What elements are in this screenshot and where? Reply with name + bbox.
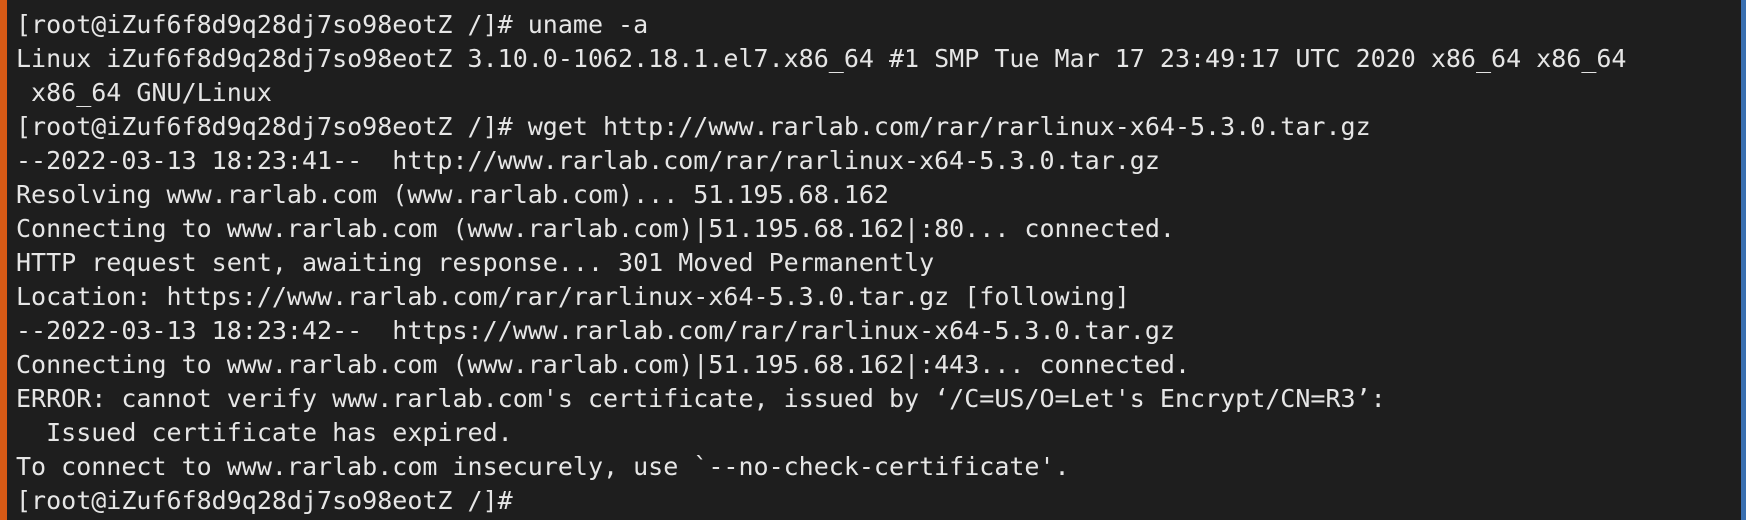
right-window-edge xyxy=(1741,0,1746,520)
left-window-edge xyxy=(0,0,7,520)
terminal-line-insecure-hint: To connect to www.rarlab.com insecurely,… xyxy=(16,452,1070,481)
terminal-line-error-detail: Issued certificate has expired. xyxy=(16,418,513,447)
prompt-text: [root@iZuf6f8d9q28dj7so98eotZ /]# xyxy=(16,486,513,515)
terminal-line-prompt-uname: [root@iZuf6f8d9q28dj7so98eotZ /]# uname … xyxy=(16,10,649,39)
terminal-line-wget-start-https: --2022-03-13 18:23:42-- https://www.rarl… xyxy=(16,316,1175,345)
terminal-output[interactable]: [root@iZuf6f8d9q28dj7so98eotZ /]# uname … xyxy=(16,8,1738,518)
terminal-line-connecting-https: Connecting to www.rarlab.com (www.rarlab… xyxy=(16,350,1190,379)
terminal-line-http-response: HTTP request sent, awaiting response... … xyxy=(16,248,935,277)
terminal-line-error: ERROR: cannot verify www.rarlab.com's ce… xyxy=(16,384,1386,413)
terminal-line-resolving: Resolving www.rarlab.com (www.rarlab.com… xyxy=(16,180,889,209)
terminal-line-wget-start-http: --2022-03-13 18:23:41-- http://www.rarla… xyxy=(16,146,1160,175)
terminal-line-location: Location: https://www.rarlab.com/rar/rar… xyxy=(16,282,1130,311)
terminal-line-current-prompt[interactable]: [root@iZuf6f8d9q28dj7so98eotZ /]# xyxy=(16,484,1738,518)
cursor-icon xyxy=(513,487,525,513)
terminal-line-prompt-wget: [root@iZuf6f8d9q28dj7so98eotZ /]# wget h… xyxy=(16,112,1371,141)
terminal-line-uname-output: Linux iZuf6f8d9q28dj7so98eotZ 3.10.0-106… xyxy=(16,44,1627,73)
terminal-line-uname-output-wrap: x86_64 GNU/Linux xyxy=(16,78,272,107)
terminal-line-connecting-http: Connecting to www.rarlab.com (www.rarlab… xyxy=(16,214,1175,243)
terminal-window[interactable]: [root@iZuf6f8d9q28dj7so98eotZ /]# uname … xyxy=(0,0,1746,520)
